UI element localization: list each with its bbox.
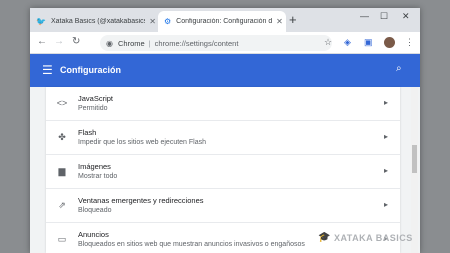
row-subtitle: Mostrar todo [78,173,118,180]
image-icon: ▆ [58,166,66,176]
row-title: JavaScript [78,94,114,103]
scheme-label: Chrome [117,38,145,48]
setting-row-javascript[interactable]: <> JavaScript Permitido ▸ [46,87,400,121]
watermark-text: XATAKA BASICS [333,232,413,243]
tab-title: Configuración: Configuración del sitio [176,18,273,25]
close-tab-icon[interactable]: ✕ [149,17,156,26]
setting-row-flash[interactable]: ✤ Flash Impedir que los sitios web ejecu… [46,121,400,155]
translate-icon[interactable]: ▣ [364,37,373,48]
watermark: 🎓 XATAKA BASICS [318,232,413,243]
ad-icon: ▭ [57,234,67,244]
profile-avatar[interactable] [384,37,395,48]
row-subtitle: Bloqueados en sitios web que muestran an… [78,241,305,248]
chrome-secure-icon: ◉ [106,38,113,48]
chevron-right-icon: ▸ [384,132,389,141]
popup-icon: ⇗ [58,200,66,210]
tab-twitter[interactable]: 🐦 Xataka Basics (@xatakabasics) / Twitte… [30,11,156,32]
row-subtitle: Permitido [78,105,108,112]
settings-header: ☰ Configuración ⌕ [30,54,420,87]
puzzle-icon: ✤ [58,132,66,142]
tab-title: Xataka Basics (@xatakabasics) / Twitter [50,18,146,25]
reload-icon[interactable]: ↻ [72,36,80,47]
row-title: Flash [78,128,97,137]
site-settings-card: <> JavaScript Permitido ▸ ✤ Flash Impedi… [46,87,400,253]
row-subtitle: Bloqueado [78,207,112,214]
tab-settings[interactable]: ⚙ Configuración: Configuración del sitio… [158,11,286,32]
browser-window: 🐦 Xataka Basics (@xatakabasics) / Twitte… [30,8,420,253]
url-text: chrome://settings/content [154,38,239,48]
chevron-right-icon: ▸ [384,98,389,107]
back-arrow-icon[interactable]: ← [37,36,47,47]
tab-strip: 🐦 Xataka Basics (@xatakabasics) / Twitte… [30,8,420,32]
graduation-cap-icon: 🎓 [318,232,331,243]
setting-row-images[interactable]: ▆ Imágenes Mostrar todo ▸ [46,155,400,189]
row-subtitle: Impedir que los sitios web ejecuten Flas… [78,139,207,146]
extension-shield-icon[interactable]: ◈ [344,37,351,48]
more-menu-icon[interactable]: ⋮ [405,37,414,48]
separator: | [148,38,151,48]
row-title: Anuncios [78,230,109,239]
setting-row-popups[interactable]: ⇗ Ventanas emergentes y redirecciones Bl… [46,189,400,223]
maximize-icon[interactable]: ☐ [380,11,388,22]
new-tab-button[interactable]: + [289,12,297,27]
chevron-right-icon: ▸ [384,166,389,175]
chevron-right-icon: ▸ [384,200,389,209]
settings-content: <> JavaScript Permitido ▸ ✤ Flash Impedi… [30,87,420,253]
browser-toolbar: ← → ↻ ◉ Chrome | chrome://settings/conte… [30,32,420,54]
page-title: Configuración [60,65,121,75]
twitter-icon: 🐦 [36,17,46,26]
close-window-icon[interactable]: ✕ [402,11,410,22]
address-bar[interactable]: ◉ Chrome | chrome://settings/content [100,35,332,51]
code-brackets-icon: <> [56,98,68,108]
row-title: Ventanas emergentes y redirecciones [78,196,204,205]
forward-arrow-icon[interactable]: → [54,36,64,47]
close-tab-icon[interactable]: ✕ [276,17,283,26]
hamburger-menu-icon[interactable]: ☰ [42,63,53,77]
scrollbar-thumb[interactable] [412,145,417,173]
bookmark-star-icon[interactable]: ☆ [324,37,332,48]
minimize-icon[interactable]: — [360,11,369,21]
search-icon[interactable]: ⌕ [396,63,402,74]
settings-gear-icon: ⚙ [164,17,172,26]
scrollbar[interactable] [411,87,418,253]
row-title: Imágenes [78,162,111,171]
